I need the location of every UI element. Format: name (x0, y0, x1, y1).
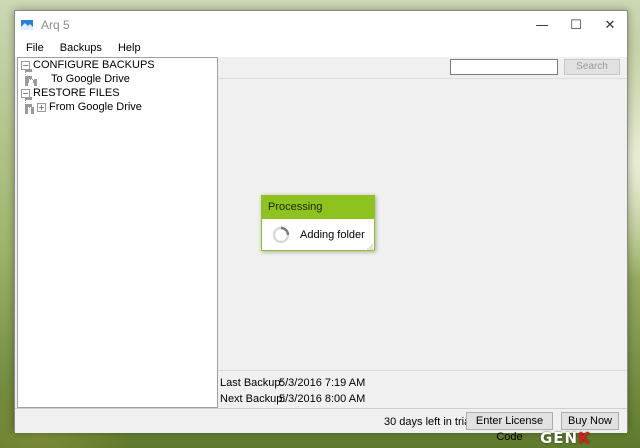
arq-app-icon (21, 20, 33, 30)
enter-license-code-button[interactable]: Enter License Code (466, 412, 553, 443)
search-toolbar: Search (218, 57, 627, 79)
last-backup-label: Last Backup: (220, 377, 284, 389)
menu-file[interactable]: File (18, 42, 52, 54)
tree-item-from-google-drive[interactable]: + From Google Drive (37, 100, 142, 114)
processing-dialog: Processing Adding folder (261, 195, 375, 251)
tree-item-restore-files[interactable]: − RESTORE FILES (21, 86, 120, 100)
content-pane: Search Processing Adding folder Last Bac… (218, 57, 627, 408)
search-button[interactable]: Search (564, 59, 620, 75)
tree-item-configure-backups[interactable]: − CONFIGURE BACKUPS (21, 58, 155, 72)
next-backup-value: 5/3/2016 8:00 AM (279, 393, 366, 405)
search-input[interactable] (450, 59, 558, 75)
trial-status: 30 days left in trial (384, 416, 473, 428)
next-backup-row: Next Backup:5/3/2016 8:00 AM (220, 393, 365, 405)
expand-icon[interactable]: + (37, 102, 46, 112)
close-button[interactable]: ✕ (593, 11, 627, 39)
status-bar: 30 days left in trial Enter License Code… (15, 408, 627, 443)
tree-label: CONFIGURE BACKUPS (33, 59, 155, 71)
tree-item-to-google-drive[interactable]: To Google Drive (51, 72, 130, 86)
menu-bar: File Backups Help (15, 39, 627, 57)
resize-grip-icon[interactable] (367, 244, 373, 250)
tree-connector (25, 107, 34, 111)
last-backup-row: Last Backup:5/3/2016 7:19 AM (220, 377, 365, 389)
window-controls: — ☐ ✕ (525, 11, 627, 39)
dialog-body: Adding folder (262, 219, 374, 251)
watermark-accent: K (578, 429, 591, 447)
menu-backups[interactable]: Backups (52, 42, 110, 54)
minimize-button[interactable]: — (525, 11, 559, 39)
tree-label: From Google Drive (49, 101, 142, 113)
window-title: Arq 5 (41, 18, 70, 32)
tree-label: To Google Drive (51, 73, 130, 85)
collapse-icon[interactable]: − (21, 60, 30, 70)
app-window: Arq 5 — ☐ ✕ File Backups Help − CONFIGUR… (14, 10, 628, 443)
last-backup-value: 5/3/2016 7:19 AM (279, 377, 366, 389)
dialog-message: Adding folder (300, 229, 365, 241)
watermark-main: GEN (540, 429, 579, 447)
genk-watermark: GENK (540, 429, 591, 447)
backup-tree: − CONFIGURE BACKUPS To Google Drive − RE… (17, 57, 218, 408)
spinner-icon (272, 226, 290, 244)
next-backup-label: Next Backup: (220, 393, 286, 405)
backup-info: Last Backup:5/3/2016 7:19 AM Next Backup… (218, 370, 627, 406)
tree-connector (25, 79, 37, 83)
collapse-icon[interactable]: − (21, 88, 30, 98)
title-bar[interactable]: Arq 5 — ☐ ✕ (15, 11, 627, 39)
menu-help[interactable]: Help (110, 42, 149, 54)
dialog-title: Processing (262, 196, 374, 219)
maximize-button[interactable]: ☐ (559, 11, 593, 39)
buy-now-button[interactable]: Buy Now (561, 412, 619, 430)
tree-label: RESTORE FILES (33, 87, 120, 99)
